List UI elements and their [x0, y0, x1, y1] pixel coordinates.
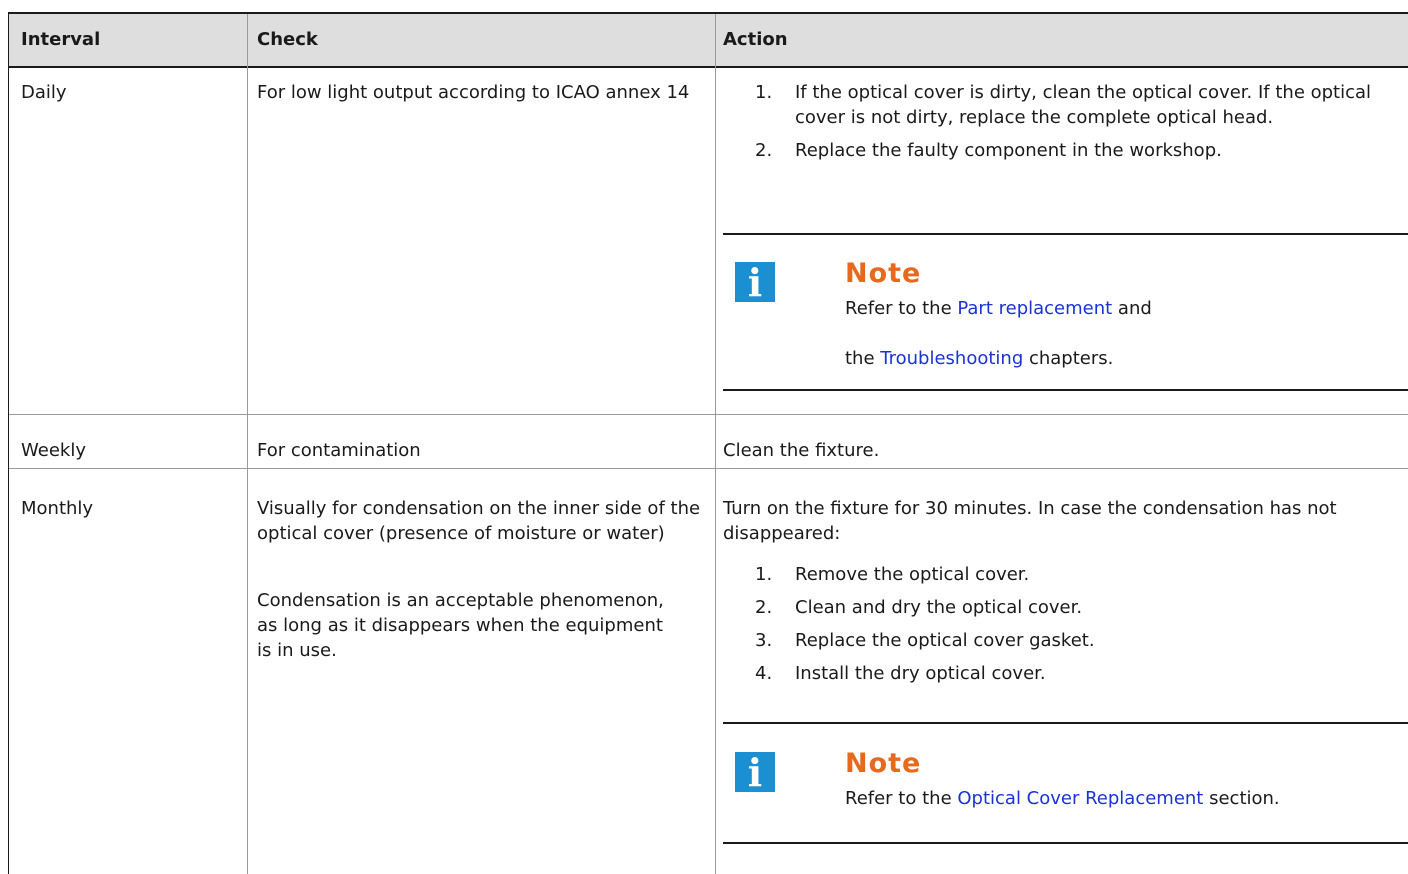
check-cell: For low light output according to ICAO a… — [257, 82, 690, 103]
step-number: 2. — [755, 597, 773, 618]
note-line: Refer to the Optical Cover Replacement s… — [845, 788, 1280, 809]
header-action: Action — [723, 29, 788, 50]
step-text: Replace the faulty component in the work… — [795, 140, 1222, 161]
list-item: 3. Replace the optical cover gasket. — [723, 628, 1383, 653]
note-rule-top — [723, 722, 1408, 724]
list-item: 2. Replace the faulty component in the wo… — [723, 138, 1383, 163]
note-title: Note — [845, 258, 922, 289]
note-line: Refer to the Part replacement and — [845, 298, 1152, 319]
action-intro: Turn on the fixture for 30 minutes. In c… — [723, 498, 1337, 544]
note-rule-bottom — [723, 842, 1408, 844]
table-header-row: Interval Check Action — [9, 14, 1408, 68]
list-item: 1. Remove the optical cover. — [723, 562, 1383, 587]
note-title: Note — [845, 748, 922, 779]
action-cell: Clean the fixture. — [723, 440, 880, 461]
column-divider — [715, 14, 716, 874]
step-text: Clean and dry the optical cover. — [795, 597, 1083, 618]
step-text: If the optical cover is dirty, clean the… — [795, 82, 1372, 128]
interval-cell: Weekly — [21, 440, 86, 461]
interval-cell: Daily — [21, 82, 67, 103]
step-number: 2. — [755, 140, 773, 161]
step-text: Replace the optical cover gasket. — [795, 630, 1095, 651]
optical-cover-replacement-link[interactable]: Optical Cover Replacement — [957, 788, 1203, 809]
step-number: 3. — [755, 630, 773, 651]
step-number: 4. — [755, 663, 773, 684]
step-text: Remove the optical cover. — [795, 564, 1030, 585]
list-item: 1. If the optical cover is dirty, clean t… — [723, 80, 1383, 130]
check-cell: Visually for condensation on the inner s… — [257, 498, 701, 544]
step-text: Install the dry optical cover. — [795, 663, 1046, 684]
row-divider — [9, 468, 1408, 469]
interval-cell: Monthly — [21, 498, 94, 519]
column-divider — [247, 14, 248, 874]
step-number: 1. — [755, 564, 773, 585]
part-replacement-link[interactable]: Part replacement — [957, 298, 1112, 319]
info-icon: i — [735, 262, 775, 304]
check-cell: For contamination — [257, 440, 421, 461]
action-steps: 1. Remove the optical cover. 2. Clean and … — [723, 562, 1383, 694]
note-rule-bottom — [723, 389, 1408, 391]
action-steps: 1. If the optical cover is dirty, clean t… — [723, 80, 1383, 171]
header-check: Check — [257, 29, 318, 50]
note-line: the Troubleshooting chapters. — [845, 348, 1114, 369]
list-item: 2. Clean and dry the optical cover. — [723, 595, 1383, 620]
step-number: 1. — [755, 82, 773, 103]
note-rule-top — [723, 233, 1408, 235]
troubleshooting-link[interactable]: Troubleshooting — [880, 348, 1023, 369]
check-cell-note: Condensation is an acceptable phenomenon… — [257, 590, 664, 661]
list-item: 4. Install the dry optical cover. — [723, 661, 1383, 686]
header-interval: Interval — [21, 29, 101, 50]
maintenance-table: Interval Check Action Daily For low ligh… — [8, 12, 1408, 874]
info-icon: i — [735, 752, 775, 794]
row-divider — [9, 414, 1408, 415]
